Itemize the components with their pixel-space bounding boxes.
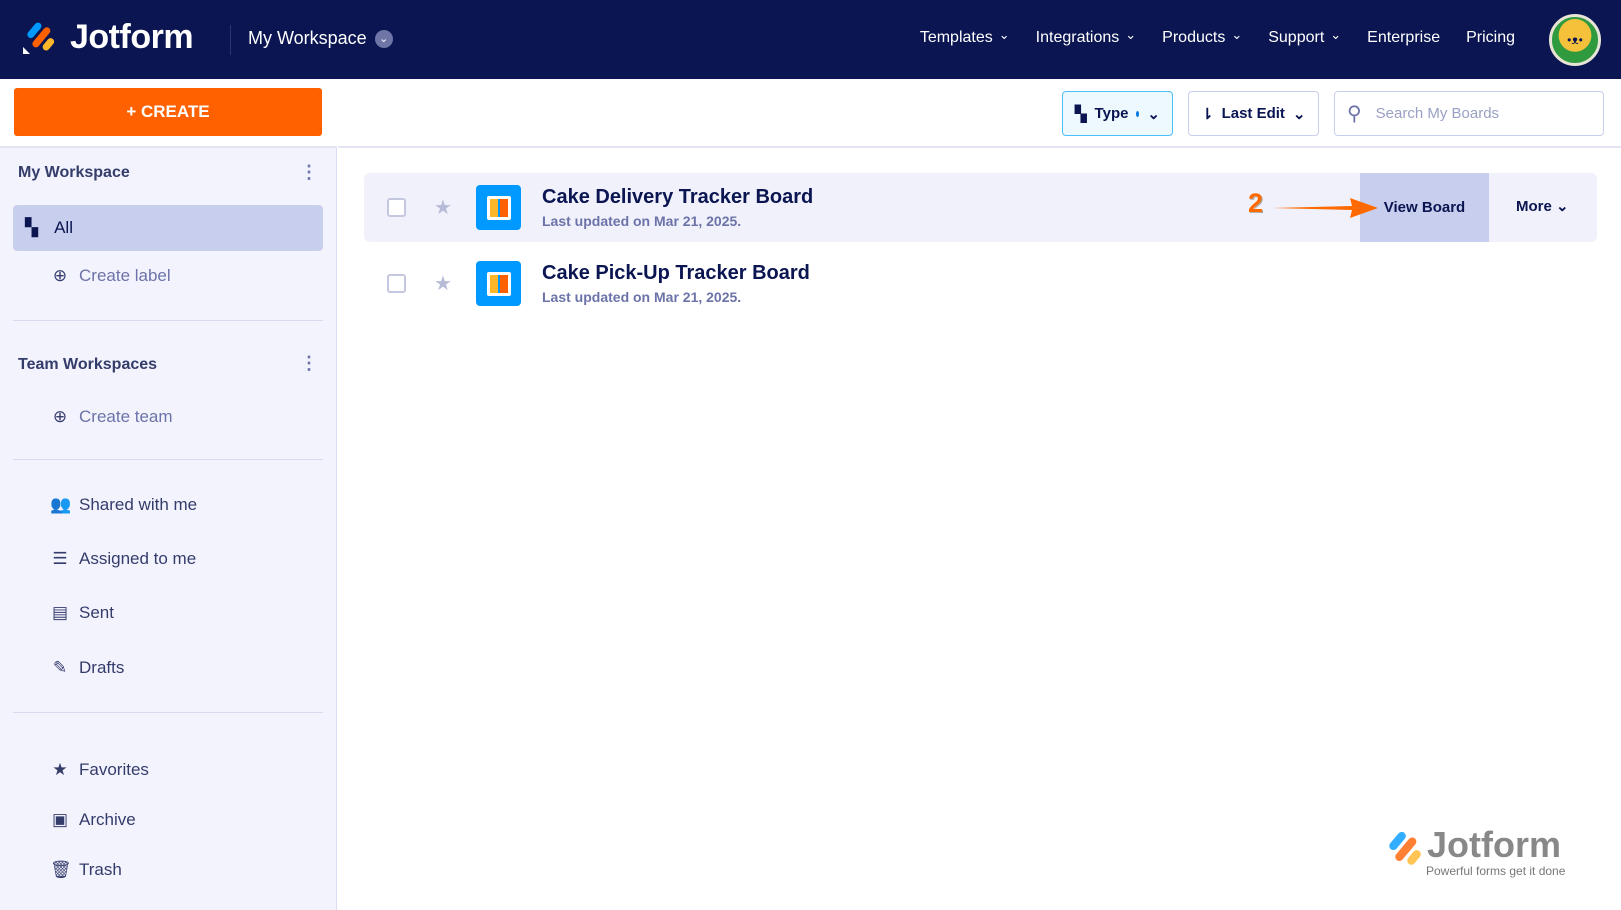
sort-icon: ⇂ [1201,105,1214,123]
trash-icon: 🗑 [50,860,72,879]
more-options-icon[interactable]: ⋮ [300,162,318,183]
chevron-down-icon: ⌄ [1556,198,1569,215]
sidebar-item-sent[interactable]: ▤ Sent [50,603,114,623]
chevron-down-icon: ⌄ [1147,105,1160,123]
star-icon[interactable]: ★ [434,195,452,220]
create-label-link[interactable]: ⊕ Create label [50,266,171,286]
divider [230,25,231,55]
more-options-icon[interactable]: ⋮ [300,353,318,374]
sidebar-item-favorites[interactable]: ★ Favorites [50,760,149,780]
chevron-down-icon: ⌄ [374,29,393,48]
jotform-logo[interactable]: Jotform [22,18,194,57]
nav-templates[interactable]: Templates [920,29,1010,47]
board-title[interactable]: Cake Pick-Up Tracker Board [542,262,810,285]
section-team-workspaces: Team Workspaces [18,356,158,373]
sidebar-item-archive[interactable]: ▣ Archive [50,810,136,830]
search-input[interactable]: ⚲ Search My Boards [1334,91,1604,136]
plus-circle-icon: ⊕ [52,266,68,285]
search-icon: ⚲ [1347,103,1362,125]
jotform-logo-icon [1389,831,1421,865]
archive-icon: ▣ [51,810,69,829]
jotform-watermark: Jotform Powerful forms get it done [1383,824,1565,878]
grid-icon: ▚ [1075,105,1087,123]
list-icon: ☰ [52,549,68,568]
nav-products[interactable]: Products [1162,29,1242,47]
nav-enterprise[interactable]: Enterprise [1367,29,1440,47]
row-checkbox[interactable] [387,198,406,217]
section-my-workspace: My Workspace [18,164,130,181]
sidebar-item-assigned[interactable]: ☰ Assigned to me [50,549,196,569]
arrow-icon [1272,198,1378,218]
sort-button[interactable]: ⇂ Last Edit ⌄ [1188,91,1319,136]
type-filter-button[interactable]: ▚ Type ⌄ [1062,91,1173,136]
sidebar-item-all[interactable]: ▚ All [13,205,323,251]
board-updated: Last updated on Mar 21, 2025. [542,289,742,305]
workspace-switcher[interactable]: My Workspace ⌄ [248,28,393,49]
draft-icon: ✎ [52,658,68,677]
more-button[interactable]: More ⌄ [1516,197,1569,215]
message-icon: ▤ [51,603,69,622]
main-nav: Templates Integrations Products Support … [920,29,1515,47]
active-dot [1136,110,1140,117]
step-annotation: 2 [1248,188,1264,218]
sidebar-item-trash[interactable]: 🗑 Trash [50,860,122,880]
divider [13,320,323,321]
users-icon: 👥 [50,495,72,514]
divider [13,712,323,713]
board-title[interactable]: Cake Delivery Tracker Board [542,186,813,209]
divider [13,459,323,460]
board-updated: Last updated on Mar 21, 2025. [542,213,742,229]
nav-integrations[interactable]: Integrations [1036,29,1137,47]
jotform-logo-icon [23,22,55,54]
board-row[interactable]: ★ Cake Delivery Tracker Board Last updat… [364,173,1597,242]
nav-pricing[interactable]: Pricing [1466,29,1515,47]
chevron-down-icon: ⌄ [1292,105,1306,123]
sidebar-item-drafts[interactable]: ✎ Drafts [50,658,124,678]
board-icon [476,261,521,306]
board-row[interactable]: ★ Cake Pick-Up Tracker Board Last update… [364,249,1597,318]
sidebar-item-shared[interactable]: 👥 Shared with me [50,495,197,515]
star-icon: ★ [52,760,68,779]
board-icon [476,185,521,230]
nav-support[interactable]: Support [1268,29,1341,47]
top-header: Jotform My Workspace ⌄ Templates Integra… [0,0,1621,79]
star-icon[interactable]: ★ [434,271,452,296]
create-button[interactable]: + CREATE [14,88,322,136]
grid-icon: ▚ [25,218,39,237]
row-checkbox[interactable] [387,274,406,293]
avatar[interactable]: •ᴥ• [1549,14,1601,66]
sidebar: + CREATE My Workspace ⋮ ▚ All ⊕ Create l… [0,79,337,910]
create-team-link[interactable]: ⊕ Create team [50,407,173,427]
toolbar: ▚ Type ⌄ ⇂ Last Edit ⌄ ⚲ Search My Board… [338,79,1621,148]
plus-circle-icon: ⊕ [52,407,68,426]
